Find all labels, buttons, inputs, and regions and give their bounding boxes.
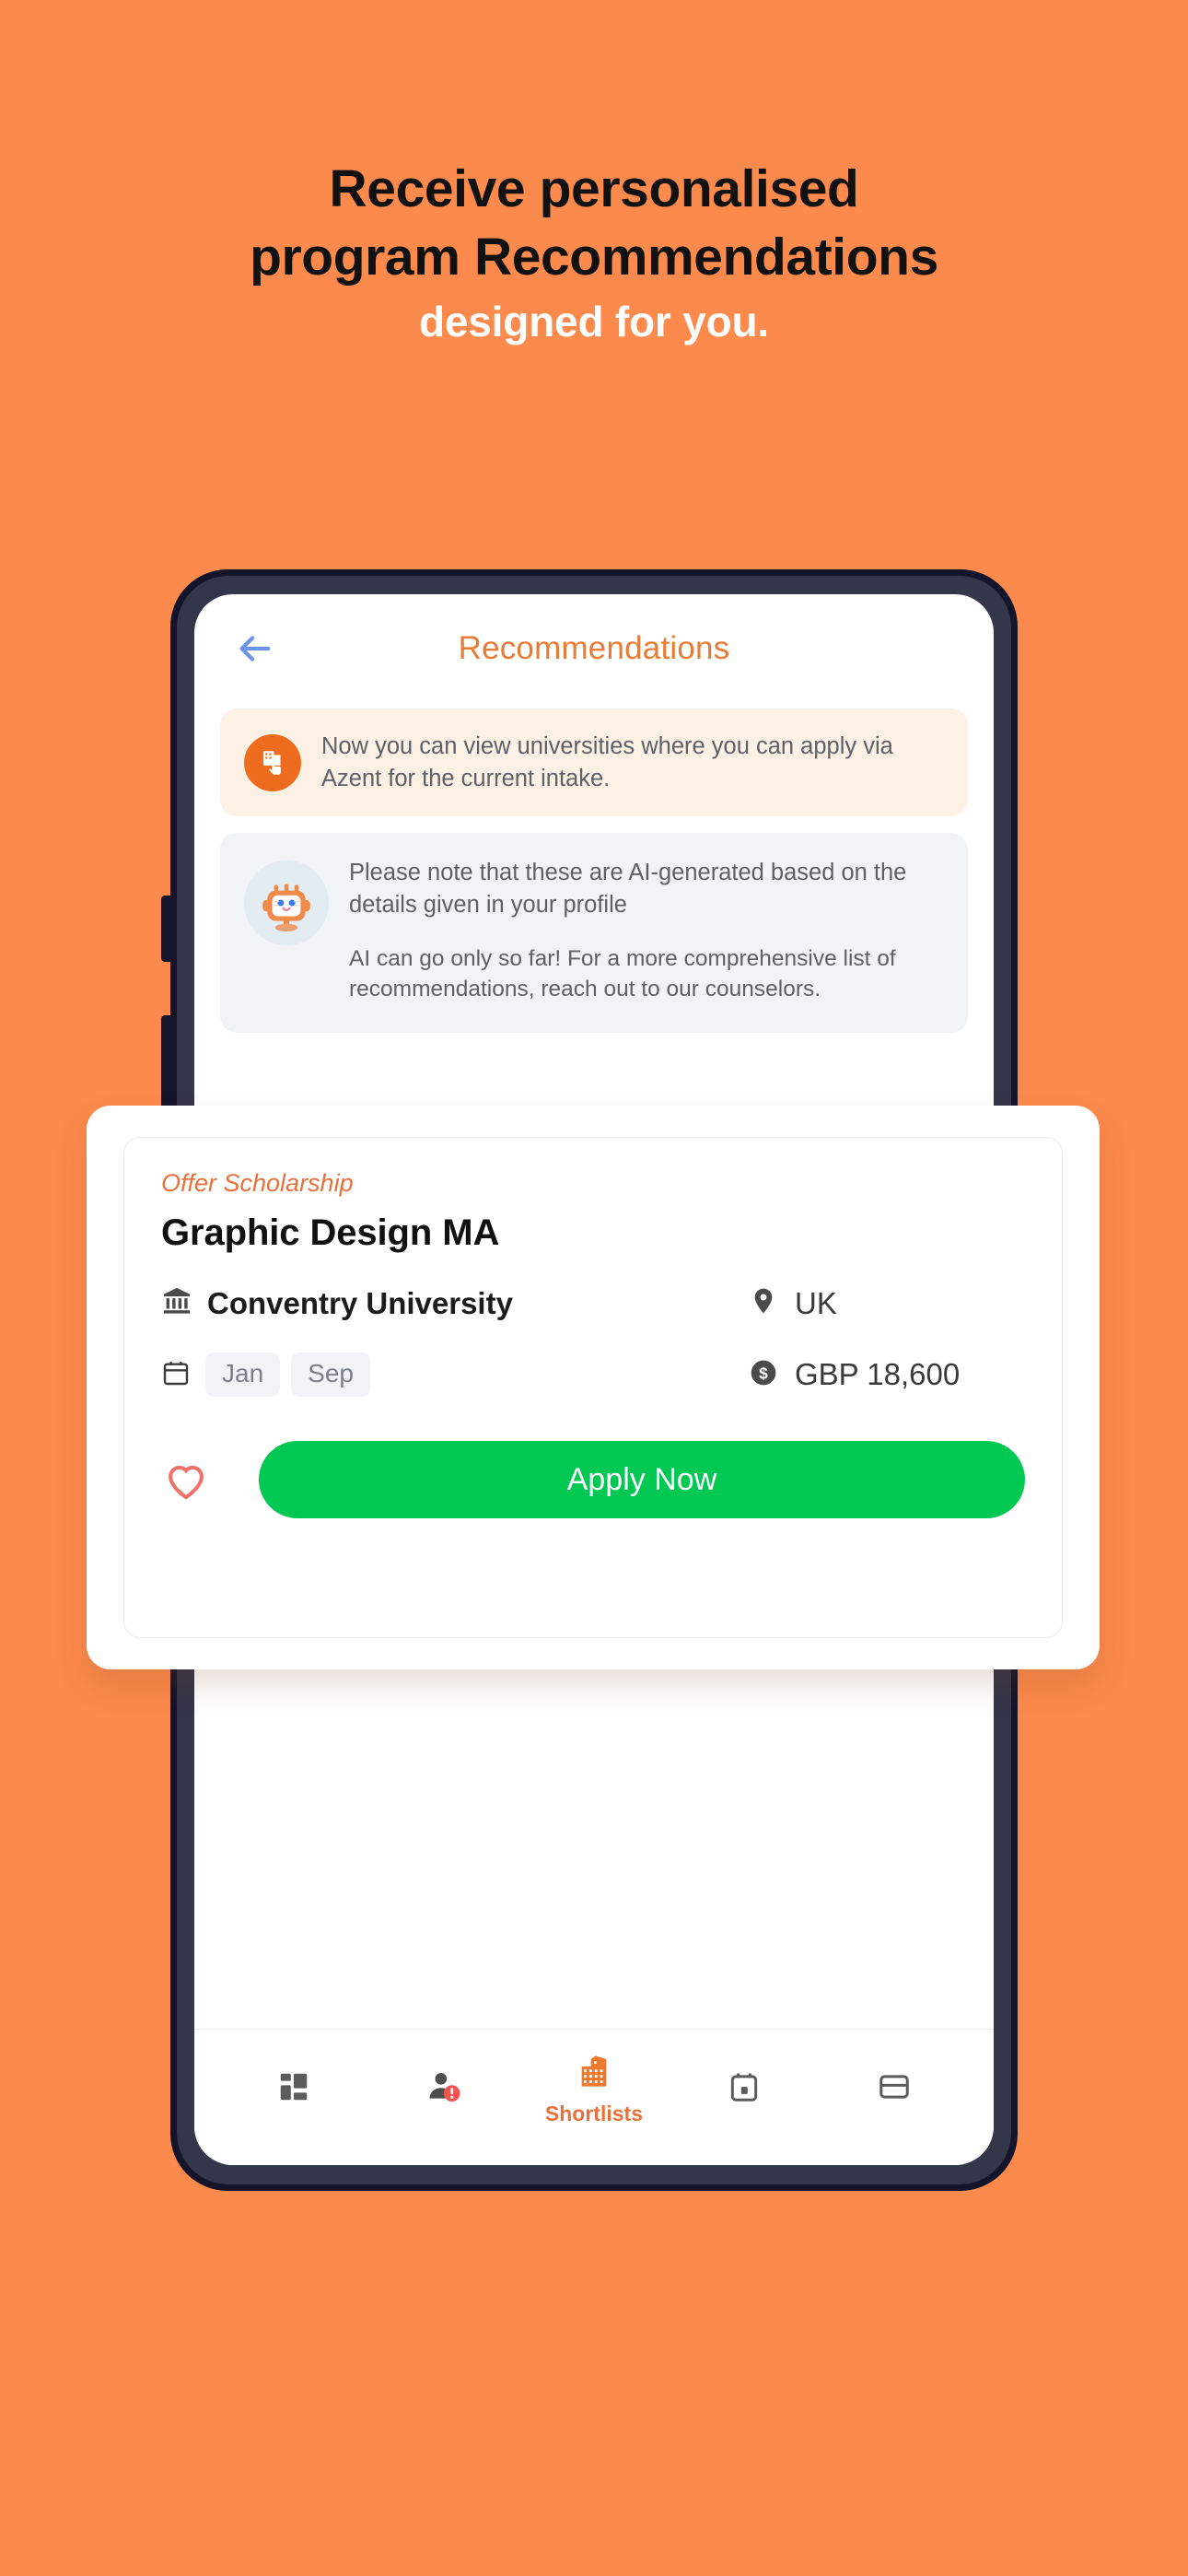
featured-university: Conventry University [207,1285,513,1320]
nav-label-shortlists: Shortlists [544,2101,643,2125]
dollar-coin-icon: $ [749,1358,778,1392]
nav-item-calendar[interactable] [684,2069,804,2109]
featured-program-card[interactable]: Offer Scholarship Graphic Design MA Conv… [123,1137,1063,1638]
intake-chip[interactable]: Sep [291,1352,370,1397]
ai-notice-banner: Please note that these are AI-generated … [220,833,968,1034]
intake-banner: Now you can view universities where you … [220,708,968,817]
heart-outline-icon[interactable] [161,1455,211,1505]
calendar-icon [161,1358,191,1392]
featured-program-title: Graphic Design MA [161,1212,500,1253]
profile-alert-icon [426,2069,461,2109]
featured-tagline: Offer Scholarship [161,1169,354,1197]
page-title: Recommendations [458,630,730,666]
shortlists-building-icon [576,2053,612,2094]
headline-line-3: designed for you. [419,298,769,346]
ai-notice-subtext: AI can go only so far! For a more compre… [349,945,896,1002]
nav-item-card[interactable] [834,2069,954,2109]
headline-line-1: Receive personalised [329,159,859,218]
nav-item-dashboard[interactable] [234,2069,354,2109]
apply-now-button[interactable]: Apply Now [259,1441,1025,1518]
dashboard-grid-icon [276,2069,311,2109]
app-header: Recommendations [194,594,994,703]
card-icon [877,2069,912,2109]
featured-country: UK [795,1285,837,1320]
featured-cta-row: Apply Now [161,1441,1025,1518]
nav-item-shortlists[interactable]: Shortlists [534,2053,654,2126]
featured-fee: GBP 18,600 [795,1357,961,1391]
calendar-icon [727,2069,762,2109]
featured-intake-fee-row: Jan Sep $ GBP 18,600 [161,1352,1025,1397]
location-pin-icon [749,1286,778,1320]
featured-university-row: Conventry University UK [161,1285,1025,1321]
nav-item-profile[interactable] [384,2069,504,2109]
intake-chip[interactable]: Jan [205,1352,281,1397]
svg-text:$: $ [759,1364,768,1382]
bottom-navigation: Shortlists [194,2029,994,2165]
phone-side-button-volume-up[interactable] [161,896,171,962]
featured-program-panel: Offer Scholarship Graphic Design MA Conv… [87,1106,1100,1669]
featured-intake-chips: Jan Sep [205,1352,370,1397]
ai-notice-text: Please note that these are AI-generated … [349,860,907,919]
building-tap-icon [244,733,301,791]
intake-banner-text: Now you can view universities where you … [321,733,893,791]
robot-mascot-icon [244,861,329,946]
page-headline: Receive personalised program Recommendat… [0,155,1188,350]
headline-line-2: program Recommendations [250,228,938,287]
bank-icon [161,1285,192,1321]
